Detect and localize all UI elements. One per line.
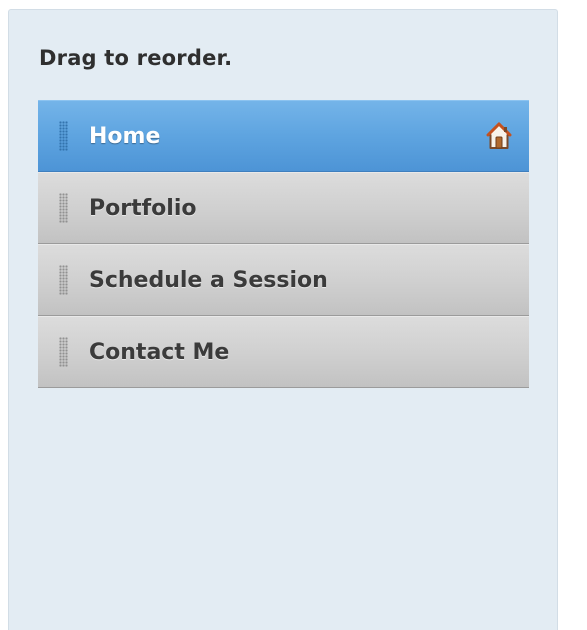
home-icon [486,122,512,149]
page-item-label: Home [89,123,161,149]
drag-handle-icon[interactable] [59,121,68,151]
page-list: Home Portfolio Schedule a Session Contac… [38,100,529,388]
page-item-schedule-a-session[interactable]: Schedule a Session [38,244,529,316]
reorder-panel: Drag to reorder. Home Portfolio Schedule… [8,9,558,630]
page-item-portfolio[interactable]: Portfolio [38,172,529,244]
page-item-label: Schedule a Session [89,267,328,293]
page-item-home[interactable]: Home [38,100,529,172]
page-item-contact-me[interactable]: Contact Me [38,316,529,388]
instructions-text: Drag to reorder. [39,46,233,70]
page-item-label: Portfolio [89,195,197,221]
page-item-label: Contact Me [89,339,230,365]
drag-handle-icon[interactable] [59,193,68,223]
drag-handle-icon[interactable] [59,265,68,295]
drag-handle-icon[interactable] [59,337,68,367]
